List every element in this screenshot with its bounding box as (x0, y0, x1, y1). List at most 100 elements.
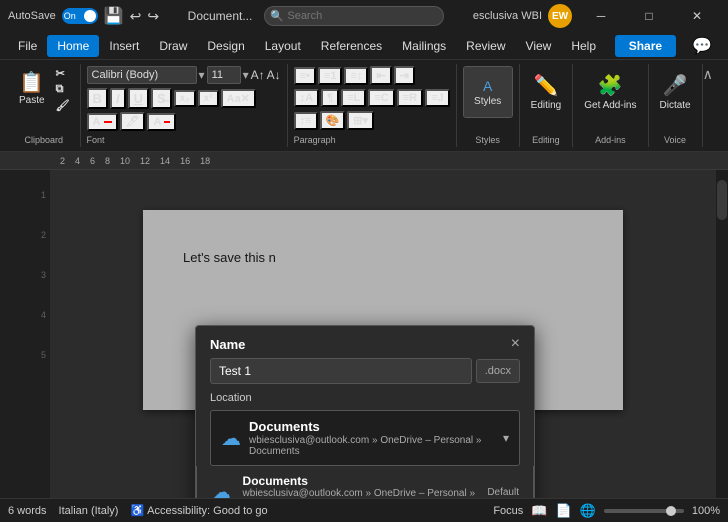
decrease-size-button[interactable]: A↓ (267, 68, 281, 82)
word-count[interactable]: 6 words (8, 505, 47, 517)
align-right-button[interactable]: ≡R (397, 89, 423, 107)
search-input[interactable] (264, 6, 444, 26)
current-location-info: Documents wbiesclusiva@outlook.com » One… (249, 419, 495, 457)
font-dropdown-icon[interactable]: ▾ (199, 68, 205, 82)
read-mode-icon[interactable]: 📖 (531, 503, 547, 519)
number-list-button[interactable]: ≡1 (318, 67, 343, 85)
show-marks-button[interactable]: ¶ (321, 89, 339, 107)
collapse-ribbon-icon[interactable]: ∧ (703, 66, 713, 83)
underline-button[interactable]: U (128, 88, 149, 109)
text-color-button[interactable]: A (87, 113, 118, 131)
doc-name: Document... (188, 9, 253, 23)
ruler-inner: 2 4 6 8 10 12 14 16 18 (0, 152, 728, 169)
styles-button[interactable]: A Styles (463, 66, 513, 118)
ribbon-paragraph: ≡• ≡1 ≡↕ ⇤ ⇥ ↕A ¶ ≡L ≡C ≡R ≡J ↕≡ 🎨 ⊞▾ Pa… (288, 64, 457, 147)
copy-button[interactable]: ⧉ (52, 82, 74, 97)
bullet-list-button[interactable]: ≡• (294, 67, 316, 85)
menu-insert[interactable]: Insert (99, 35, 149, 57)
align-left-button[interactable]: ≡L (341, 89, 366, 107)
menu-layout[interactable]: Layout (255, 35, 311, 57)
font-color-button[interactable]: A (147, 113, 176, 131)
redo-icon[interactable]: ↪ (147, 8, 159, 25)
file-name-input[interactable] (210, 358, 472, 384)
maximize-button[interactable]: □ (626, 2, 672, 30)
menu-mailings[interactable]: Mailings (392, 35, 456, 57)
shading-button[interactable]: 🎨 (320, 111, 346, 130)
editing-button[interactable]: ✏️ Editing (526, 66, 567, 118)
cut-icon: ✂ (56, 67, 65, 80)
align-center-button[interactable]: ≡C (368, 89, 394, 107)
menu-references[interactable]: References (311, 35, 392, 57)
italic-button[interactable]: I (110, 88, 126, 109)
subscript-button[interactable]: x₂ (174, 90, 196, 107)
size-dropdown-icon[interactable]: ▾ (243, 68, 249, 82)
strikethrough-button[interactable]: S̶ (151, 88, 172, 109)
chat-icon[interactable]: 💬 (684, 32, 720, 60)
current-location-cloud-icon: ☁ (221, 426, 241, 451)
location-list: ☁ Documents wbiesclusiva@outlook.com » O… (196, 466, 534, 498)
menu-file[interactable]: File (8, 35, 47, 57)
zoom-thumb (666, 506, 676, 516)
dialog-input-row: .docx (210, 358, 520, 384)
font-selector: ▾ ▾ A↑ A↓ (87, 66, 281, 84)
ribbon-styles: A Styles Styles (457, 64, 520, 147)
search-icon: 🔍 (270, 10, 284, 23)
avatar[interactable]: EW (548, 4, 572, 28)
menu-help[interactable]: Help (561, 35, 606, 57)
dialog-close-button[interactable]: × (511, 336, 520, 352)
justify-button[interactable]: ≡J (425, 89, 450, 107)
font-size-input[interactable] (207, 66, 241, 84)
sort-button[interactable]: ↕A (294, 89, 319, 107)
dialog-title: Name (210, 337, 245, 352)
get-addins-button[interactable]: 🧩 Get Add-ins (579, 66, 641, 118)
current-location-name: Documents (249, 419, 495, 434)
line-spacing-button[interactable]: ↕≡ (294, 112, 318, 130)
ribbon-voice: 🎤 Dictate Voice (649, 64, 703, 147)
accessibility-status[interactable]: ♿ Accessibility: Good to go (130, 504, 267, 517)
voice-label: Voice (664, 133, 686, 145)
borders-button[interactable]: ⊞▾ (347, 111, 374, 130)
menu-view[interactable]: View (516, 35, 562, 57)
copy-icon: ⧉ (56, 83, 64, 96)
menu-design[interactable]: Design (197, 35, 254, 57)
styles-label: Styles (475, 133, 500, 145)
menu-draw[interactable]: Draw (149, 35, 197, 57)
language[interactable]: Italian (Italy) (59, 505, 119, 517)
addins-label: Add-ins (595, 133, 626, 145)
clear-format-button[interactable]: Aa✕ (221, 89, 256, 108)
web-layout-icon[interactable]: 🌐 (580, 503, 596, 519)
share-button[interactable]: Share (615, 35, 676, 57)
bold-button[interactable]: B (87, 88, 108, 109)
zoom-slider[interactable] (604, 509, 684, 513)
print-layout-icon[interactable]: 📄 (555, 503, 571, 519)
undo-icon[interactable]: ↩ (130, 8, 142, 25)
focus-button[interactable]: Focus (493, 505, 523, 517)
paragraph-label: Paragraph (294, 133, 336, 145)
increase-indent-button[interactable]: ⇥ (394, 66, 415, 85)
menu-home[interactable]: Home (47, 35, 99, 57)
decrease-indent-button[interactable]: ⇤ (370, 66, 391, 85)
spacing-row: ↕≡ 🎨 ⊞▾ (294, 111, 374, 130)
minimize-button[interactable]: ─ (578, 2, 624, 30)
superscript-button[interactable]: x² (198, 90, 219, 107)
close-button[interactable]: ✕ (674, 2, 720, 30)
font-name-input[interactable] (87, 66, 197, 84)
paste-button[interactable]: 📋 Paste (14, 68, 50, 112)
editing-label: Editing (532, 133, 560, 145)
cut-button[interactable]: ✂ (52, 66, 74, 81)
multilevel-list-button[interactable]: ≡↕ (344, 67, 368, 85)
highlight-button[interactable]: 🖊 (120, 112, 146, 131)
format-painter-button[interactable]: 🖌 (52, 98, 74, 113)
increase-size-button[interactable]: A↑ (251, 68, 265, 82)
location-current[interactable]: ☁ Documents wbiesclusiva@outlook.com » O… (210, 410, 520, 466)
styles-icon: A (483, 78, 492, 94)
autosave-label: AutoSave (8, 10, 56, 22)
zoom-level[interactable]: 100% (692, 505, 720, 517)
save-icon[interactable]: 💾 (104, 6, 124, 26)
autosave-toggle[interactable]: On (62, 8, 98, 24)
dictate-button[interactable]: 🎤 Dictate (655, 66, 696, 118)
toggle-knob (84, 10, 96, 22)
list-item[interactable]: ☁ Documents wbiesclusiva@outlook.com » O… (197, 466, 533, 498)
menu-review[interactable]: Review (456, 35, 515, 57)
menu-bar: File Home Insert Draw Design Layout Refe… (0, 32, 728, 60)
